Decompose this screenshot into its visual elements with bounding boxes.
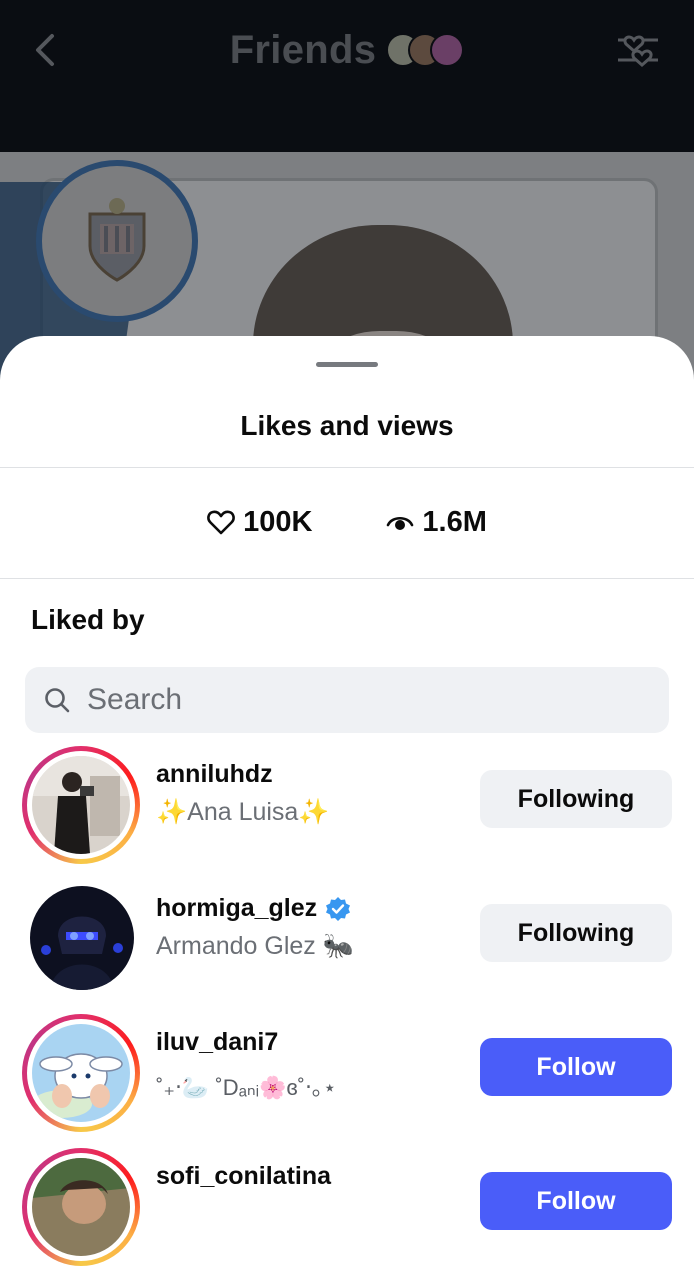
- heart-sliders-icon: [618, 35, 658, 67]
- avatar: [32, 1024, 130, 1122]
- divider: [0, 578, 694, 579]
- avatar[interactable]: [30, 886, 134, 990]
- story-ring[interactable]: [22, 746, 140, 864]
- search-bar[interactable]: [25, 667, 669, 733]
- stats-row: 100K 1.6M: [0, 500, 694, 544]
- username[interactable]: iluv_dani7: [156, 1028, 278, 1057]
- user-row[interactable]: hormiga_glez Armando Glez 🐜 Following: [0, 882, 694, 1002]
- user-row[interactable]: anniluhdz ✨Ana Luisa✨ Following: [0, 746, 694, 868]
- friend-avatar: [430, 33, 465, 67]
- likes-stat: 100K: [207, 506, 312, 539]
- likes-bottom-sheet: Likes and views 100K 1.6M Liked by Searc…: [0, 336, 694, 1266]
- club-badge: [36, 160, 198, 322]
- follow-button[interactable]: Follow: [480, 1172, 672, 1230]
- full-name: ˚₊‧🦢 ˚Dₐₙᵢ🌸ɞ˚‧｡⋆: [156, 1075, 337, 1100]
- views-count: 1.6M: [422, 505, 487, 538]
- divider: [0, 467, 694, 468]
- friend-avatar-stack: [386, 33, 465, 67]
- sheet-grabber[interactable]: [316, 362, 378, 367]
- full-name: Armando Glez 🐜: [156, 932, 354, 960]
- top-bar: Friends: [0, 0, 694, 152]
- eye-icon: [387, 516, 414, 530]
- following-button[interactable]: Following: [480, 904, 672, 962]
- following-button[interactable]: Following: [480, 770, 672, 828]
- club-crest-icon: [88, 198, 146, 282]
- user-row[interactable]: sofi_conilatina Follow: [0, 1148, 694, 1270]
- sheet-title: Likes and views: [240, 410, 454, 441]
- heart-icon: [207, 510, 235, 535]
- username[interactable]: anniluhdz: [156, 760, 273, 789]
- avatar: [32, 756, 130, 854]
- avatar: [32, 1158, 130, 1256]
- likes-count: 100K: [243, 505, 313, 538]
- views-stat: 1.6M: [386, 505, 487, 539]
- full-name: ✨Ana Luisa✨: [156, 798, 330, 826]
- username[interactable]: hormiga_glez: [156, 894, 351, 923]
- story-ring[interactable]: [22, 1148, 140, 1266]
- section-title: Liked by: [31, 604, 145, 635]
- avatar-frame: [27, 751, 135, 859]
- avatar-frame: [27, 1019, 135, 1127]
- search-input[interactable]: [85, 682, 649, 718]
- username[interactable]: sofi_conilatina: [156, 1162, 331, 1191]
- page-title: Friends: [229, 27, 377, 72]
- follow-button[interactable]: Follow: [480, 1038, 672, 1096]
- filter-button[interactable]: [616, 28, 660, 72]
- verified-badge-icon: [326, 896, 351, 921]
- header-title-group: Friends: [0, 24, 694, 76]
- user-row[interactable]: iluv_dani7 ˚₊‧🦢 ˚Dₐₙᵢ🌸ɞ˚‧｡⋆ Follow: [0, 1014, 694, 1136]
- search-icon: [45, 688, 70, 713]
- story-ring[interactable]: [22, 1014, 140, 1132]
- avatar-frame: [27, 1153, 135, 1261]
